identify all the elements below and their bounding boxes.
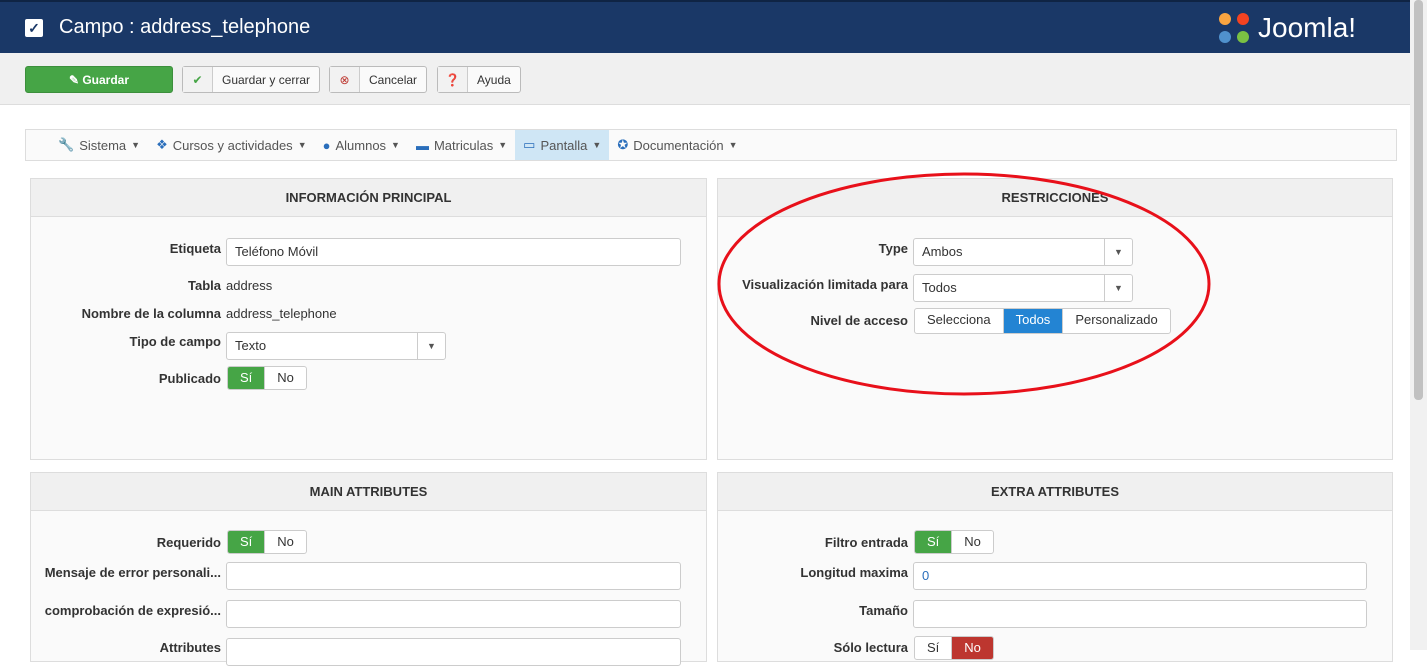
menu-cursos[interactable]: ❖ Cursos y actividades ▼ [148, 130, 315, 160]
attributes-input[interactable] [226, 638, 681, 666]
panel-title: MAIN ATTRIBUTES [31, 473, 706, 511]
yes-option[interactable]: Sí [915, 637, 951, 659]
main-menu: 🔧 Sistema ▼ ❖ Cursos y actividades ▼ ● Alumno… [25, 129, 1397, 161]
longitud-input[interactable]: 0 [913, 562, 1367, 590]
no-option[interactable]: No [264, 367, 306, 389]
help-button[interactable]: ❓ Ayuda [437, 66, 521, 93]
scrollbar[interactable] [1410, 0, 1427, 650]
requerido-toggle[interactable]: Sí No [227, 530, 307, 554]
wrench-icon: 🔧 [58, 137, 75, 152]
option-personalizado[interactable]: Personalizado [1062, 309, 1169, 333]
panel-title: INFORMACIÓN PRINCIPAL [31, 179, 706, 217]
cancel-icon: ⊗ [330, 67, 360, 92]
check-icon: ✔ [183, 67, 213, 92]
cubes-icon: ❖ [156, 137, 168, 152]
no-option[interactable]: No [951, 531, 993, 553]
label: Nivel de acceso [810, 313, 908, 328]
error-message-input[interactable] [226, 562, 681, 590]
save-button[interactable]: ✎ Guardar [25, 66, 173, 93]
joomla-logo: Joomla! [1216, 10, 1356, 46]
regex-input[interactable] [226, 600, 681, 628]
nivel-acceso-toggle[interactable]: Selecciona Todos Personalizado [914, 308, 1171, 334]
option-selecciona[interactable]: Selecciona [915, 309, 1003, 333]
menu-alumnos[interactable]: ● Alumnos ▼ [315, 130, 408, 160]
label: Sólo lectura [833, 640, 908, 655]
cancel-button[interactable]: ⊗ Cancelar [329, 66, 428, 93]
lifebuoy-icon: ✪ [617, 137, 629, 152]
filtro-toggle[interactable]: Sí No [914, 530, 994, 554]
no-option[interactable]: No [951, 637, 993, 659]
chevron-down-icon: ▼ [417, 333, 445, 359]
tamano-input[interactable] [913, 600, 1367, 628]
label: Tamaño [859, 603, 908, 618]
label: Tipo de campo [129, 334, 222, 349]
label: Attributes [159, 640, 221, 655]
label: Visualización limitada para [742, 277, 908, 292]
joomla-logo-icon [1219, 13, 1249, 43]
tabla-value: address [226, 278, 273, 293]
yes-option[interactable]: Sí [228, 531, 265, 553]
label: Nombre de la columna [81, 306, 221, 321]
menu-sistema[interactable]: 🔧 Sistema ▼ [50, 130, 148, 160]
label: Requerido [156, 535, 221, 550]
app-header: ✓ Campo : address_telephone Joomla! [0, 0, 1410, 53]
label: Type [878, 241, 908, 256]
visualizacion-select[interactable]: Todos ▼ [913, 274, 1133, 302]
option-todos[interactable]: Todos [1002, 309, 1063, 333]
label: Mensaje de error personali... [44, 565, 221, 580]
label: Filtro entrada [824, 535, 908, 550]
toolbar: ✎ Guardar ✔ Guardar y cerrar ⊗ Cancelar ❓ A… [0, 53, 1410, 105]
page-title: Campo : address_telephone [59, 16, 311, 38]
label: comprobación de expresió... [44, 603, 221, 618]
panel-title: EXTRA ATTRIBUTES [718, 473, 1392, 511]
label: Publicado [158, 371, 221, 386]
label: Tabla [188, 278, 221, 293]
scrollbar-thumb[interactable] [1414, 0, 1423, 400]
yes-option[interactable]: Sí [915, 531, 952, 553]
columna-value: address_telephone [226, 306, 337, 321]
help-icon: ❓ [438, 67, 468, 92]
type-select[interactable]: Ambos ▼ [913, 238, 1133, 266]
credit-card-icon: ▬ [415, 137, 429, 153]
save-close-button[interactable]: ✔ Guardar y cerrar [182, 66, 321, 93]
yes-option[interactable]: Sí [228, 367, 265, 389]
publicado-toggle[interactable]: Sí No [227, 366, 307, 390]
user-icon: ● [322, 137, 331, 153]
label: Etiqueta [169, 241, 221, 256]
tipo-select[interactable]: Texto ▼ [226, 332, 446, 360]
chevron-down-icon: ▼ [1104, 239, 1132, 265]
menu-matriculas[interactable]: ▬ Matriculas ▼ [408, 130, 515, 160]
menu-documentacion[interactable]: ✪ Documentación ▼ [609, 130, 745, 160]
no-option[interactable]: No [264, 531, 306, 553]
checkbox-icon: ✓ [25, 19, 43, 37]
panel-title: RESTRICCIONES [718, 179, 1392, 217]
monitor-icon: ▭ [523, 137, 536, 152]
chevron-down-icon: ▼ [1104, 275, 1132, 301]
solo-lectura-toggle[interactable]: Sí No [914, 636, 994, 660]
edit-icon: ✎ [68, 72, 83, 87]
etiqueta-input[interactable]: Teléfono Móvil [226, 238, 681, 266]
label: Longitud maxima [800, 565, 908, 580]
menu-pantalla[interactable]: ▭ Pantalla ▼ [515, 130, 610, 160]
